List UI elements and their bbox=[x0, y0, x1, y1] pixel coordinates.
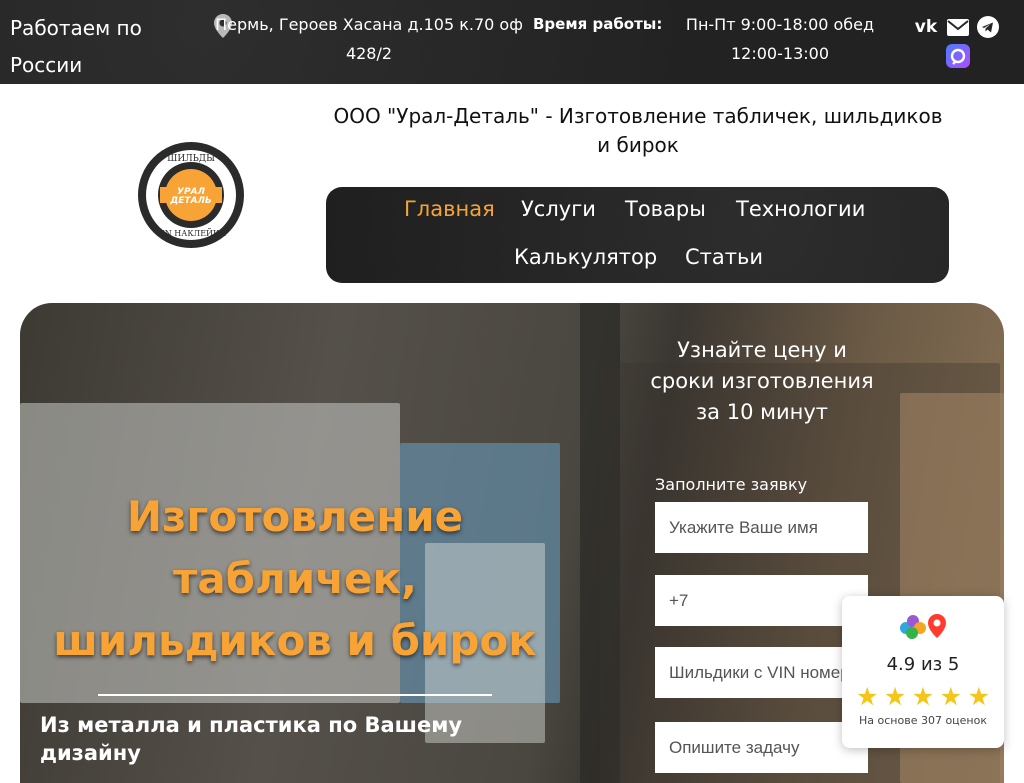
hours-text: Пн-Пт 9:00-18:00 обед 12:00-13:00 bbox=[685, 15, 875, 63]
star-icon: ★ bbox=[967, 682, 990, 711]
vk-icon[interactable]: vk bbox=[914, 16, 938, 38]
nav-item-services[interactable]: Услуги bbox=[521, 197, 596, 221]
star-icon: ★ bbox=[911, 682, 935, 711]
max-messenger-icon[interactable] bbox=[946, 44, 970, 68]
hours-label: Время работы: bbox=[533, 15, 663, 33]
top-bar: Работаем по России Пермь, Героев Хасана … bbox=[0, 0, 1024, 84]
mail-icon[interactable] bbox=[946, 16, 970, 38]
rating-count: На основе 307 оценок bbox=[859, 714, 987, 727]
logo-bottom-text: VIN НАКЛЕЙКИ bbox=[155, 229, 226, 238]
form-label: Заполните заявку bbox=[655, 475, 808, 494]
logo-center-line2: ДЕТАЛЬ bbox=[169, 196, 212, 206]
company-logo[interactable]: ШИЛЬДЫ УРАЛ ДЕТАЛЬ VIN НАКЛЕЙКИ bbox=[136, 140, 246, 250]
hero-subtitle: Из металла и пластика по Вашему дизайну bbox=[40, 713, 463, 765]
hero-title: Изготовление табличек, шильдиков и бирок bbox=[53, 492, 537, 665]
maps-services-icon bbox=[900, 614, 946, 639]
address-text: Пермь, Героев Хасана д.105 к.70 оф 428/2 bbox=[215, 15, 523, 63]
nav-item-calculator[interactable]: Калькулятор bbox=[514, 245, 657, 269]
nav-item-home[interactable]: Главная bbox=[404, 197, 495, 221]
nav-item-products[interactable]: Товары bbox=[625, 197, 706, 221]
main-nav: Главная Услуги Товары Технологии Калькул… bbox=[326, 187, 949, 283]
phone-input[interactable] bbox=[655, 575, 868, 626]
region-text: Работаем по России bbox=[10, 16, 142, 77]
rating-stars: ★ ★ ★ ★ ★ bbox=[856, 684, 990, 710]
site-title: ООО "Урал-Деталь" - Изготовление табличе… bbox=[333, 104, 943, 157]
nav-item-articles[interactable]: Статьи bbox=[685, 245, 763, 269]
telegram-icon[interactable] bbox=[976, 16, 1000, 38]
rating-score: 4.9 из 5 bbox=[886, 654, 960, 675]
star-icon: ★ bbox=[856, 682, 879, 711]
form-title: Узнайте цену и сроки изготовления за 10 … bbox=[650, 338, 874, 424]
name-input[interactable] bbox=[655, 502, 868, 553]
task-input[interactable] bbox=[655, 722, 868, 773]
logo-top-text: ШИЛЬДЫ bbox=[167, 154, 215, 164]
star-icon: ★ bbox=[939, 682, 963, 711]
nav-item-technologies[interactable]: Технологии bbox=[736, 197, 865, 221]
product-select[interactable] bbox=[655, 647, 868, 698]
hero-divider bbox=[98, 694, 492, 696]
rating-widget[interactable]: 4.9 из 5 ★ ★ ★ ★ ★ На основе 307 оценок bbox=[842, 596, 1004, 748]
star-icon: ★ bbox=[883, 682, 907, 711]
